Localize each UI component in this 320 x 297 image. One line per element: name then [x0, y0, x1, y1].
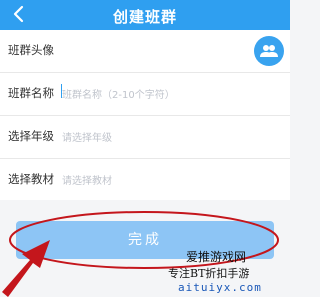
material-row[interactable]: 选择教材 请选择教材	[0, 159, 290, 201]
annotation-arrow-icon	[2, 240, 50, 297]
group-avatar-icon[interactable]	[254, 36, 284, 66]
watermark-line-3: aituiyx.com	[178, 281, 262, 294]
grade-select[interactable]: 请选择年级	[62, 129, 112, 144]
grade-label: 选择年级	[8, 129, 54, 143]
group-name-row[interactable]: 班群名称 班群名称（2-10个字符）	[0, 73, 290, 116]
material-select[interactable]: 请选择教材	[62, 172, 112, 187]
grade-row[interactable]: 选择年级 请选择年级	[0, 116, 290, 159]
create-group-form: 班群头像 班群名称 班群名称（2-10个字符） 选择年级 请选择年级 选择教材 …	[0, 30, 290, 200]
top-bar: 创建班群	[0, 0, 290, 30]
group-name-input[interactable]: 班群名称（2-10个字符）	[62, 86, 175, 101]
avatar-label: 班群头像	[8, 43, 54, 57]
page-title: 创建班群	[112, 8, 177, 26]
watermark-line-2: 专注BT折扣手游	[168, 267, 250, 280]
group-name-label: 班群名称	[8, 86, 54, 100]
watermark: 爱推游戏网 专注BT折扣手游 aituiyx.com	[166, 248, 290, 297]
watermark-line-1: 爱推游戏网	[186, 250, 247, 264]
avatar-row[interactable]: 班群头像	[0, 30, 290, 73]
material-label: 选择教材	[8, 172, 54, 186]
